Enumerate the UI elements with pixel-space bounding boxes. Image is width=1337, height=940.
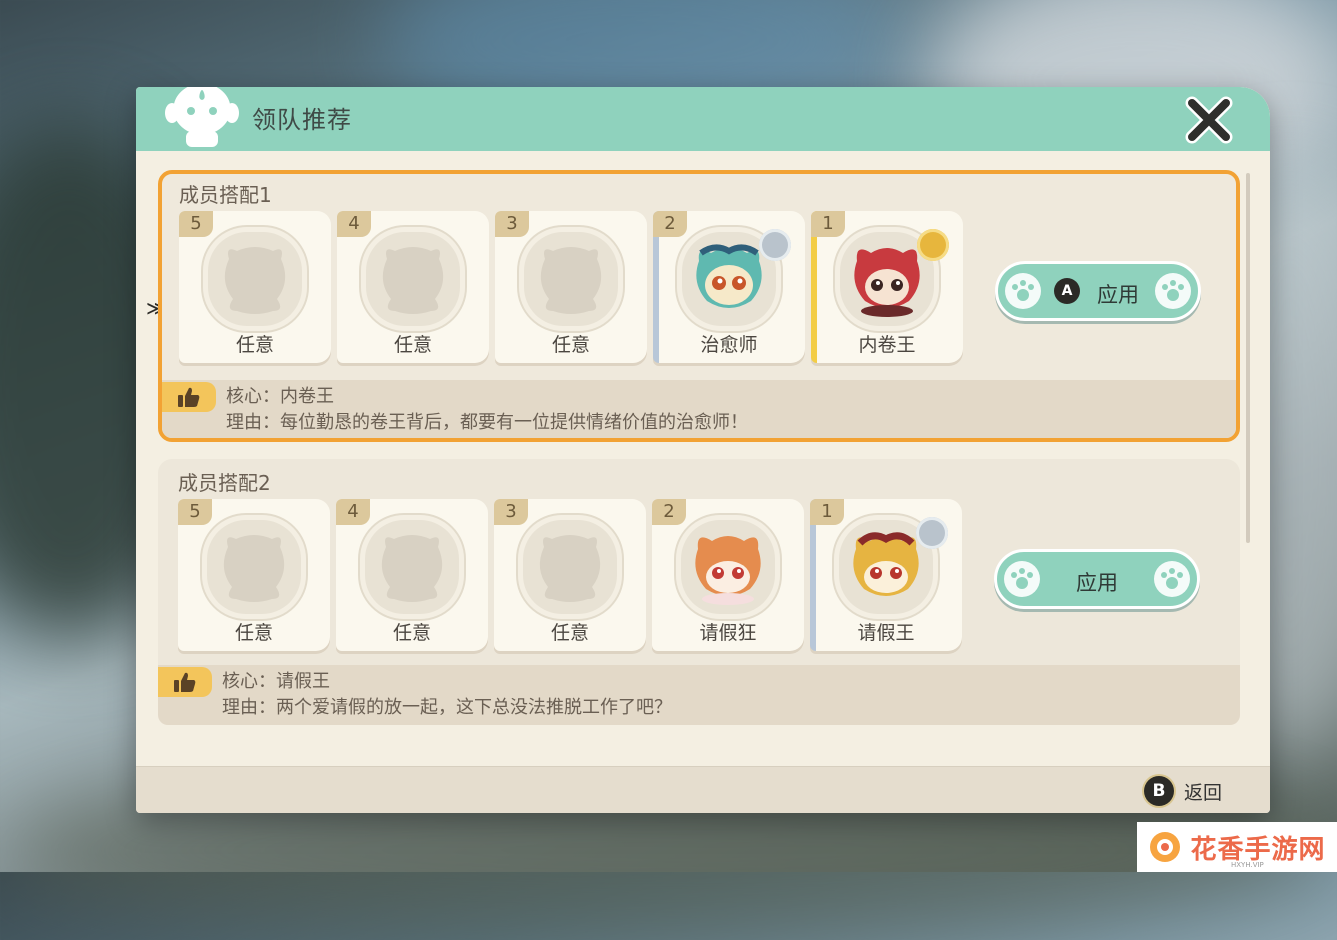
slot-label: 任意 bbox=[550, 622, 589, 644]
apply-button-1[interactable]: A 应用 bbox=[995, 261, 1201, 321]
reason-bar: 核心：内卷王 理由：每位勤恳的卷王背后，都要有一位提供情绪价值的治愈师！ bbox=[162, 380, 1236, 438]
slot-label: 任意 bbox=[393, 334, 432, 356]
slot-label: 治愈师 bbox=[700, 334, 758, 356]
watermark-subtext: HXYH.VIP bbox=[1231, 861, 1264, 869]
empty-portrait bbox=[361, 227, 465, 331]
apply-button-2[interactable]: 应用 bbox=[994, 549, 1200, 609]
paw-icon bbox=[1154, 561, 1190, 597]
panel-header: 领队推荐 bbox=[136, 87, 1270, 151]
slot-number: 3 bbox=[495, 211, 529, 237]
back-label: 返回 bbox=[1183, 781, 1222, 804]
slot-label: 任意 bbox=[235, 334, 274, 356]
reason-line: 理由：两个爱请假的放一起，这下总没法推脱工作了吧？ bbox=[222, 697, 672, 718]
b-key-icon: B bbox=[1143, 776, 1174, 806]
team-group-2[interactable]: 成员搭配2 5 任意 4 任意 3 任意 2 请假狂 1 请假王 应用 核心：请… bbox=[158, 459, 1240, 725]
slot-number: 5 bbox=[179, 211, 213, 237]
empty-portrait bbox=[202, 515, 306, 619]
back-button[interactable]: B 返回 bbox=[1143, 776, 1222, 806]
slot-card-4[interactable]: 4 任意 bbox=[336, 499, 488, 651]
slot-card-1[interactable]: 1 请假王 bbox=[810, 499, 962, 651]
paw-icon bbox=[1005, 273, 1041, 309]
empty-portrait bbox=[519, 227, 623, 331]
thumbs-up-icon bbox=[162, 382, 216, 412]
panel-footer: B 返回 bbox=[136, 766, 1270, 813]
slot-card-2[interactable]: 2 治愈师 bbox=[653, 211, 805, 363]
reason-text: 核心：请假王 理由：两个爱请假的放一起，这下总没法推脱工作了吧？ bbox=[222, 669, 672, 721]
slot-number: 4 bbox=[336, 499, 370, 525]
slot-card-5[interactable]: 5 任意 bbox=[178, 499, 330, 651]
slot-card-3[interactable]: 3 任意 bbox=[494, 499, 646, 651]
slot-number: 1 bbox=[811, 211, 845, 237]
team-group-1[interactable]: 成员搭配1 5 任意 4 任意 3 任意 2 治愈师 1 内卷王 A 应用 核心… bbox=[158, 170, 1240, 442]
pet-silhouette-icon bbox=[224, 247, 286, 314]
slot-number: 3 bbox=[494, 499, 528, 525]
paw-badge-icon bbox=[916, 517, 948, 549]
empty-portrait bbox=[203, 227, 307, 331]
slot-number: 2 bbox=[653, 211, 687, 237]
slot-label: 任意 bbox=[392, 622, 431, 644]
pet-silhouette-icon bbox=[223, 535, 285, 602]
pet-avatar-icon bbox=[695, 536, 761, 605]
empty-portrait bbox=[518, 515, 622, 619]
slot-card-1[interactable]: 1 内卷王 bbox=[811, 211, 963, 363]
team-recommend-panel: 领队推荐 ≫ 成员搭配1 5 任意 4 任意 3 任意 2 治愈师 1 内卷王 … bbox=[136, 87, 1270, 813]
pet-avatar-icon bbox=[854, 248, 920, 317]
group-title: 成员搭配2 bbox=[178, 471, 271, 495]
mascot-icon bbox=[165, 87, 239, 147]
slot-label: 请假王 bbox=[857, 622, 915, 644]
pet-silhouette-icon bbox=[382, 247, 444, 314]
watermark-text: 花香手游网 bbox=[1190, 834, 1326, 865]
core-line: 核心：内卷王 bbox=[226, 386, 334, 407]
slot-card-2[interactable]: 2 请假狂 bbox=[652, 499, 804, 651]
close-icon[interactable] bbox=[1184, 95, 1234, 145]
paw-badge-icon bbox=[759, 229, 791, 261]
watermark: 花香手游网 HXYH.VIP bbox=[1137, 822, 1337, 872]
slot-label: 任意 bbox=[234, 622, 273, 644]
core-line: 核心：请假王 bbox=[222, 671, 330, 692]
reason-bar: 核心：请假王 理由：两个爱请假的放一起，这下总没法推脱工作了吧？ bbox=[158, 665, 1240, 725]
slot-number: 2 bbox=[652, 499, 686, 525]
reason-line: 理由：每位勤恳的卷王背后，都要有一位提供情绪价值的治愈师！ bbox=[226, 412, 748, 433]
thumbs-up-icon bbox=[158, 667, 212, 697]
slot-number: 1 bbox=[810, 499, 844, 525]
panel-title: 领队推荐 bbox=[252, 106, 352, 134]
slot-number: 5 bbox=[178, 499, 212, 525]
slot-label: 内卷王 bbox=[858, 334, 916, 356]
paw-icon bbox=[1155, 273, 1191, 309]
pet-avatar-icon bbox=[696, 244, 762, 308]
empty-portrait bbox=[360, 515, 464, 619]
pet-portrait-leave-lover bbox=[676, 515, 780, 619]
pet-silhouette-icon bbox=[539, 535, 601, 602]
flower-logo-icon bbox=[1150, 832, 1181, 862]
slot-number: 4 bbox=[337, 211, 371, 237]
gold-paw-badge-icon bbox=[917, 229, 949, 261]
pet-silhouette-icon bbox=[540, 247, 602, 314]
slot-label: 任意 bbox=[551, 334, 590, 356]
slot-card-3[interactable]: 3 任意 bbox=[495, 211, 647, 363]
slot-card-4[interactable]: 4 任意 bbox=[337, 211, 489, 363]
slot-card-5[interactable]: 5 任意 bbox=[179, 211, 331, 363]
scrollbar[interactable] bbox=[1246, 173, 1250, 543]
pet-avatar-icon bbox=[853, 532, 919, 596]
pet-silhouette-icon bbox=[381, 535, 443, 602]
slot-label: 请假狂 bbox=[699, 622, 757, 644]
reason-text: 核心：内卷王 理由：每位勤恳的卷王背后，都要有一位提供情绪价值的治愈师！ bbox=[226, 384, 748, 436]
group-title: 成员搭配1 bbox=[179, 183, 272, 207]
